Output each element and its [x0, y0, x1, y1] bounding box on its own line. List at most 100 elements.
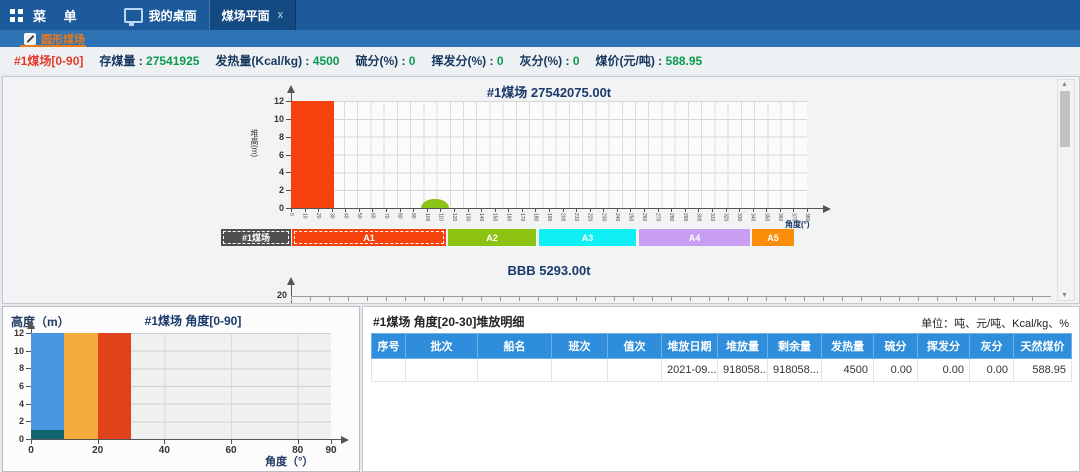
chart1-series-bar[interactable] — [291, 101, 334, 208]
chart1-xtick-label: 180 — [532, 213, 538, 221]
scroll-up-icon[interactable]: ▲ — [1061, 81, 1068, 88]
chart1-xtick-label: 240 — [614, 213, 620, 221]
metric-value: 27541925 — [146, 54, 199, 68]
yard-range-label: #1煤场[0-90] — [14, 52, 83, 69]
chart1-xtick-label: 350 — [763, 213, 769, 221]
scroll-down-icon[interactable]: ▼ — [1061, 292, 1068, 299]
chart1-xtick-mark — [766, 209, 767, 212]
chart3-bar[interactable] — [64, 333, 97, 439]
table-cell — [406, 359, 478, 382]
chart1-xtick-label: 120 — [451, 213, 457, 221]
metric-label: 灰分(%) : — [520, 54, 573, 68]
chart1-xtick-mark — [427, 209, 428, 212]
chart1-xtick-label: 20 — [315, 213, 321, 219]
table-cell — [608, 359, 662, 382]
chart1-xtick-label: 50 — [356, 213, 362, 219]
chart2-tick-marks — [291, 297, 1051, 301]
chart1-ytick-label: 6 — [264, 150, 284, 160]
chart1-xtick-mark — [658, 209, 659, 212]
chart1-xtick-mark — [685, 209, 686, 212]
main-panel-scrollbar[interactable]: ▲ ▼ — [1057, 79, 1075, 301]
chart1-xtick-label: 210 — [573, 213, 579, 221]
tab-coal-yard-plan[interactable]: 煤场平面 x — [209, 0, 297, 30]
chart1-xtick-label: 360 — [777, 213, 783, 221]
column-header[interactable]: 序号 — [372, 334, 406, 359]
chart1-xtick-mark — [318, 209, 319, 212]
chart3-bar[interactable] — [31, 333, 64, 439]
chart1-xtick-mark — [671, 209, 672, 212]
chart1-xtick-label: 30 — [329, 213, 335, 219]
column-header[interactable]: 批次 — [406, 334, 478, 359]
zone-segment-A1[interactable]: A1 — [292, 229, 446, 246]
metric-value: 588.95 — [666, 54, 703, 68]
column-header[interactable]: 班次 — [552, 334, 608, 359]
column-header[interactable]: 发热量 — [822, 334, 874, 359]
table-cell: 918058... — [718, 359, 768, 382]
tab-close-icon[interactable]: x — [278, 9, 284, 21]
scrollbar-thumb[interactable] — [1060, 91, 1070, 147]
menu-button[interactable]: 菜 单 — [33, 6, 84, 25]
chart3-xtick-mark — [331, 440, 332, 444]
zone-segment-A2[interactable]: A2 — [448, 229, 536, 246]
edit-pencil-icon[interactable] — [24, 33, 36, 45]
column-header[interactable]: 堆放日期 — [662, 334, 718, 359]
zone-segment-A5[interactable]: A5 — [752, 229, 794, 246]
column-header[interactable]: 堆放量 — [718, 334, 768, 359]
detail-table: 序号批次船名班次值次堆放日期堆放量剩余量发热量硫分挥发分灰分天然煤价2021-0… — [371, 333, 1072, 382]
metric-value: 0 — [573, 54, 580, 68]
chart1-xtick-mark — [535, 209, 536, 212]
chart1-xtick-mark — [753, 209, 754, 212]
chart3-bar[interactable] — [98, 333, 131, 439]
detail-chart-panel: 高度（m） #1煤场 角度[0-90] 02468101202040608090… — [2, 306, 360, 472]
menu-grid-icon[interactable] — [10, 9, 23, 22]
detail-table-title: #1煤场 角度[20-30]堆放明细 — [373, 313, 524, 330]
table-cell — [552, 359, 608, 382]
chart1-xtick-label: 320 — [723, 213, 729, 221]
metric-item: 挥发分(%) : 0 — [431, 52, 503, 69]
column-header[interactable]: 船名 — [478, 334, 552, 359]
chart1-xtick-mark — [522, 209, 523, 212]
table-row[interactable]: 2021-09...918058...918058...45000.000.00… — [372, 359, 1072, 382]
chart1-xtick-mark — [549, 209, 550, 212]
chart1-xtick-label: 330 — [736, 213, 742, 221]
chart1-xtick-mark — [332, 209, 333, 212]
zone-segment-#1煤场[interactable]: #1煤场 — [221, 229, 291, 246]
chart1-xtick-label: 340 — [750, 213, 756, 221]
chart1-xtick-mark — [603, 209, 604, 212]
chart3-ytick-label: 8 — [4, 363, 24, 373]
tab-my-desktop[interactable]: 我的桌面 — [112, 0, 209, 30]
chart1-xtick-label: 10 — [302, 213, 308, 219]
chart1-xtick-mark — [576, 209, 577, 212]
chart3-xtick-mark — [31, 440, 32, 444]
column-header[interactable]: 天然煤价 — [1014, 334, 1072, 359]
metric-label: 存煤量 : — [99, 54, 146, 68]
zone-strip: #1煤场A1A2A3A4A5 — [3, 229, 1079, 246]
column-header[interactable]: 灰分 — [970, 334, 1014, 359]
metric-value: 0 — [497, 54, 504, 68]
chart1-xtick-mark — [739, 209, 740, 212]
column-header[interactable]: 值次 — [608, 334, 662, 359]
chart1-xtick-label: 80 — [397, 213, 403, 219]
chart1-xtick-mark — [359, 209, 360, 212]
chart1-xtick-label: 150 — [492, 213, 498, 221]
chart3-bar[interactable] — [31, 430, 64, 439]
column-header[interactable]: 挥发分 — [918, 334, 970, 359]
chart2-title: BBB 5293.00t — [289, 263, 809, 278]
chart1-xtick-label: 280 — [668, 213, 674, 221]
chart1-xtick-mark — [644, 209, 645, 212]
zone-segment-A4[interactable]: A4 — [639, 229, 750, 246]
chart1-xtick-label: 260 — [641, 213, 647, 221]
chart1-ytick-label: 4 — [264, 167, 284, 177]
zone-segment-A3[interactable]: A3 — [539, 229, 636, 246]
chart1-x-arrow — [823, 205, 831, 213]
chart3-xtick-mark — [231, 440, 232, 444]
desktop-monitor-icon — [124, 8, 143, 23]
column-header[interactable]: 硫分 — [874, 334, 918, 359]
chart1-xtick-mark — [617, 209, 618, 212]
column-header[interactable]: 剩余量 — [768, 334, 822, 359]
chart1-x-axis — [291, 208, 823, 209]
chart1-xtick-mark — [807, 209, 808, 212]
chart1-xtick-label: 230 — [600, 213, 606, 221]
stacking-detail-panel: #1煤场 角度[20-30]堆放明细 单位：吨、元/吨、Kcal/kg、% 序号… — [362, 306, 1080, 472]
chart1-series-mound[interactable] — [421, 199, 448, 208]
